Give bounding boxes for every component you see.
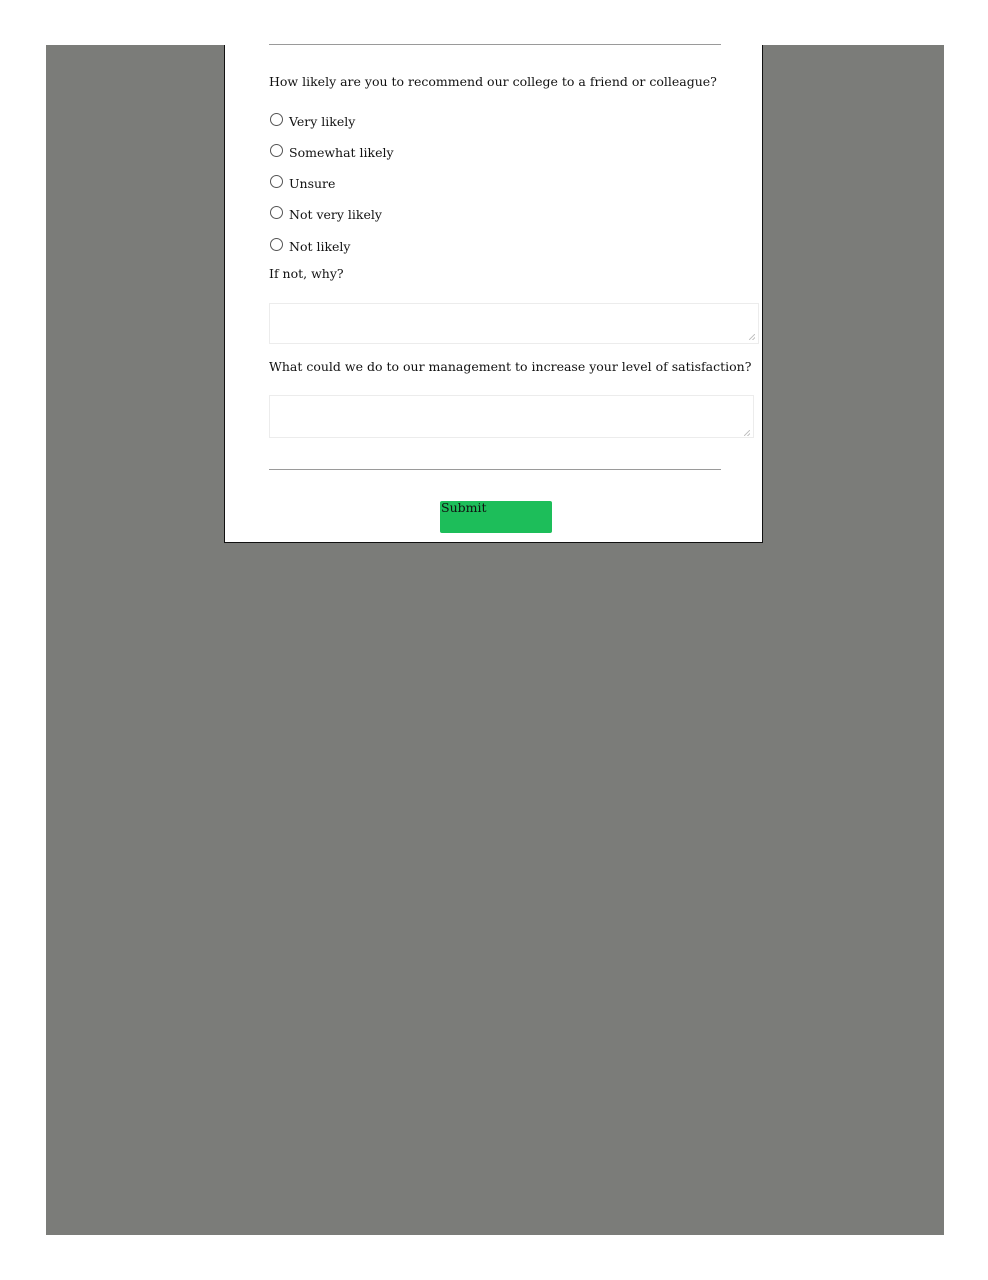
survey-form: How likely are you to recommend our coll… xyxy=(224,44,763,543)
option-label: Not very likely xyxy=(289,206,382,222)
resize-grip-icon[interactable] xyxy=(744,430,750,436)
option-somewhat-likely[interactable]: Somewhat likely xyxy=(270,141,394,160)
question-why-not: If not, why? xyxy=(269,266,344,281)
divider-top xyxy=(269,44,721,45)
why-not-textarea[interactable] xyxy=(269,303,759,344)
option-not-very-likely[interactable]: Not very likely xyxy=(270,203,382,222)
submit-label: Submit xyxy=(441,499,487,515)
option-label: Very likely xyxy=(289,113,356,129)
question-management: What could we do to our management to in… xyxy=(269,359,752,374)
resize-grip-icon[interactable] xyxy=(749,334,755,340)
divider-bottom xyxy=(269,469,721,470)
radio-button[interactable] xyxy=(270,205,283,219)
option-label: Unsure xyxy=(289,175,336,191)
option-not-likely[interactable]: Not likely xyxy=(270,235,351,254)
radio-button[interactable] xyxy=(270,143,283,157)
radio-button[interactable] xyxy=(270,112,283,126)
management-textarea[interactable] xyxy=(269,395,754,438)
option-label: Somewhat likely xyxy=(289,144,394,160)
question-recommend: How likely are you to recommend our coll… xyxy=(269,74,717,89)
radio-button[interactable] xyxy=(270,174,283,188)
radio-button[interactable] xyxy=(270,237,283,251)
option-label: Not likely xyxy=(289,238,351,254)
submit-button[interactable]: Submit xyxy=(440,501,552,533)
option-very-likely[interactable]: Very likely xyxy=(270,110,356,129)
option-unsure[interactable]: Unsure xyxy=(270,172,336,191)
